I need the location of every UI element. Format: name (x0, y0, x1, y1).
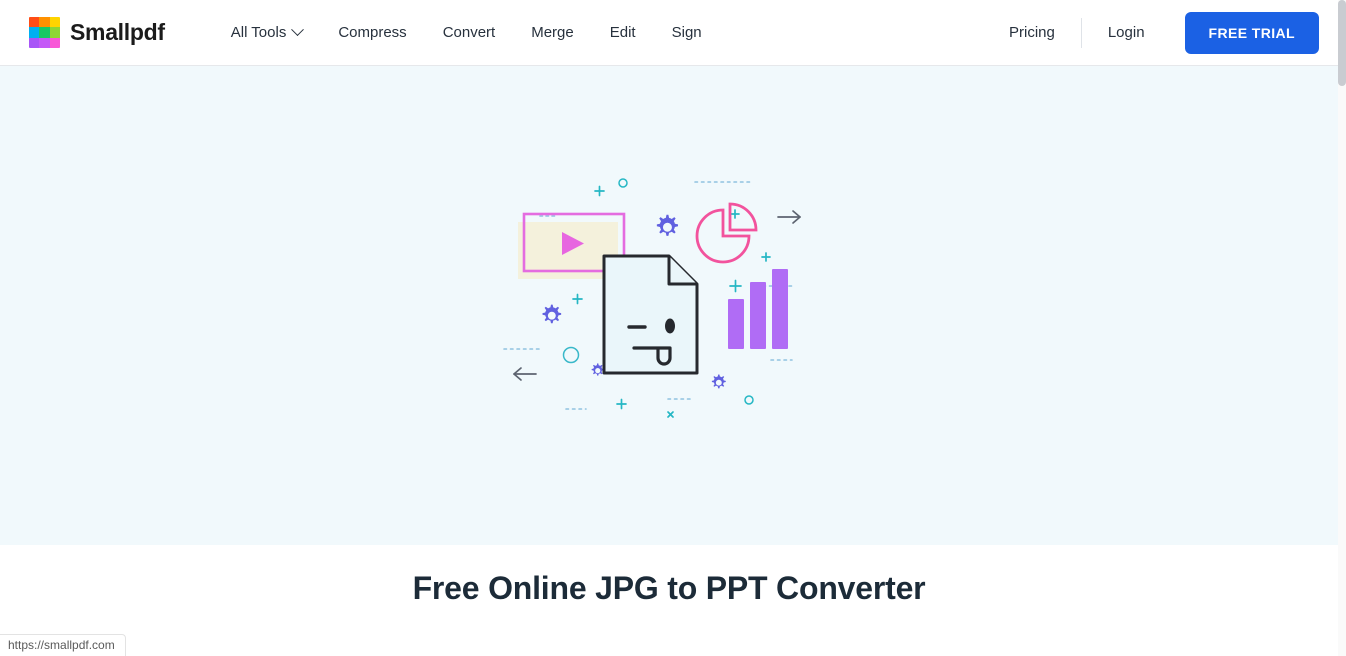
vertical-scrollbar[interactable] (1338, 0, 1346, 656)
winking-document-icon (602, 254, 699, 374)
bar-chart-icon (728, 268, 788, 349)
nav-label-convert: Convert (442, 24, 496, 41)
login-link[interactable]: Login (1086, 16, 1167, 49)
hero-section (0, 66, 1338, 545)
nav-item-all-tools[interactable]: All Tools (213, 16, 321, 49)
header-divider (1080, 17, 1082, 48)
nav-item-sign[interactable]: Sign (654, 16, 720, 49)
pie-chart-icon (695, 202, 758, 263)
hero-illustration (498, 164, 838, 444)
scrollbar-thumb[interactable] (1338, 0, 1346, 86)
nav-label-sign: Sign (671, 24, 702, 41)
nav-item-convert[interactable]: Convert (425, 16, 514, 49)
nav-item-compress[interactable]: Compress (320, 16, 424, 49)
nav-item-merge[interactable]: Merge (513, 16, 592, 49)
gear-icon (542, 304, 562, 323)
page-root: Smallpdf All Tools Compress Convert Merg… (0, 0, 1346, 656)
page-title: Free Online JPG to PPT Converter (412, 570, 926, 606)
pricing-link[interactable]: Pricing (987, 16, 1077, 49)
smallpdf-logo-icon (29, 17, 60, 48)
nav-label-compress: Compress (338, 24, 407, 41)
arrow-left-icon (513, 366, 537, 381)
content-section: Free Online JPG to PPT Converter (0, 545, 1338, 656)
nav-label-edit: Edit (609, 24, 636, 41)
gear-icon (591, 362, 604, 376)
browser-status-bar: https://smallpdf.com (0, 634, 126, 656)
gear-icon (711, 373, 726, 388)
jpg-to-ppt-illustration-svg (503, 177, 801, 418)
nav-label-merge: Merge (531, 24, 574, 41)
header-actions: Pricing Login FREE TRIAL (987, 11, 1319, 54)
chevron-down-icon (291, 23, 305, 37)
arrow-right-icon (777, 209, 801, 224)
main-navigation: All Tools Compress Convert Merge Edit Si… (213, 16, 720, 49)
brand-logo-link[interactable]: Smallpdf (29, 17, 165, 48)
nav-label-all-tools: All Tools (230, 24, 287, 41)
brand-name: Smallpdf (70, 19, 165, 45)
nav-item-edit[interactable]: Edit (592, 16, 654, 49)
gear-icon (656, 214, 679, 236)
site-header: Smallpdf All Tools Compress Convert Merg… (0, 0, 1338, 66)
free-trial-button[interactable]: FREE TRIAL (1184, 11, 1319, 54)
